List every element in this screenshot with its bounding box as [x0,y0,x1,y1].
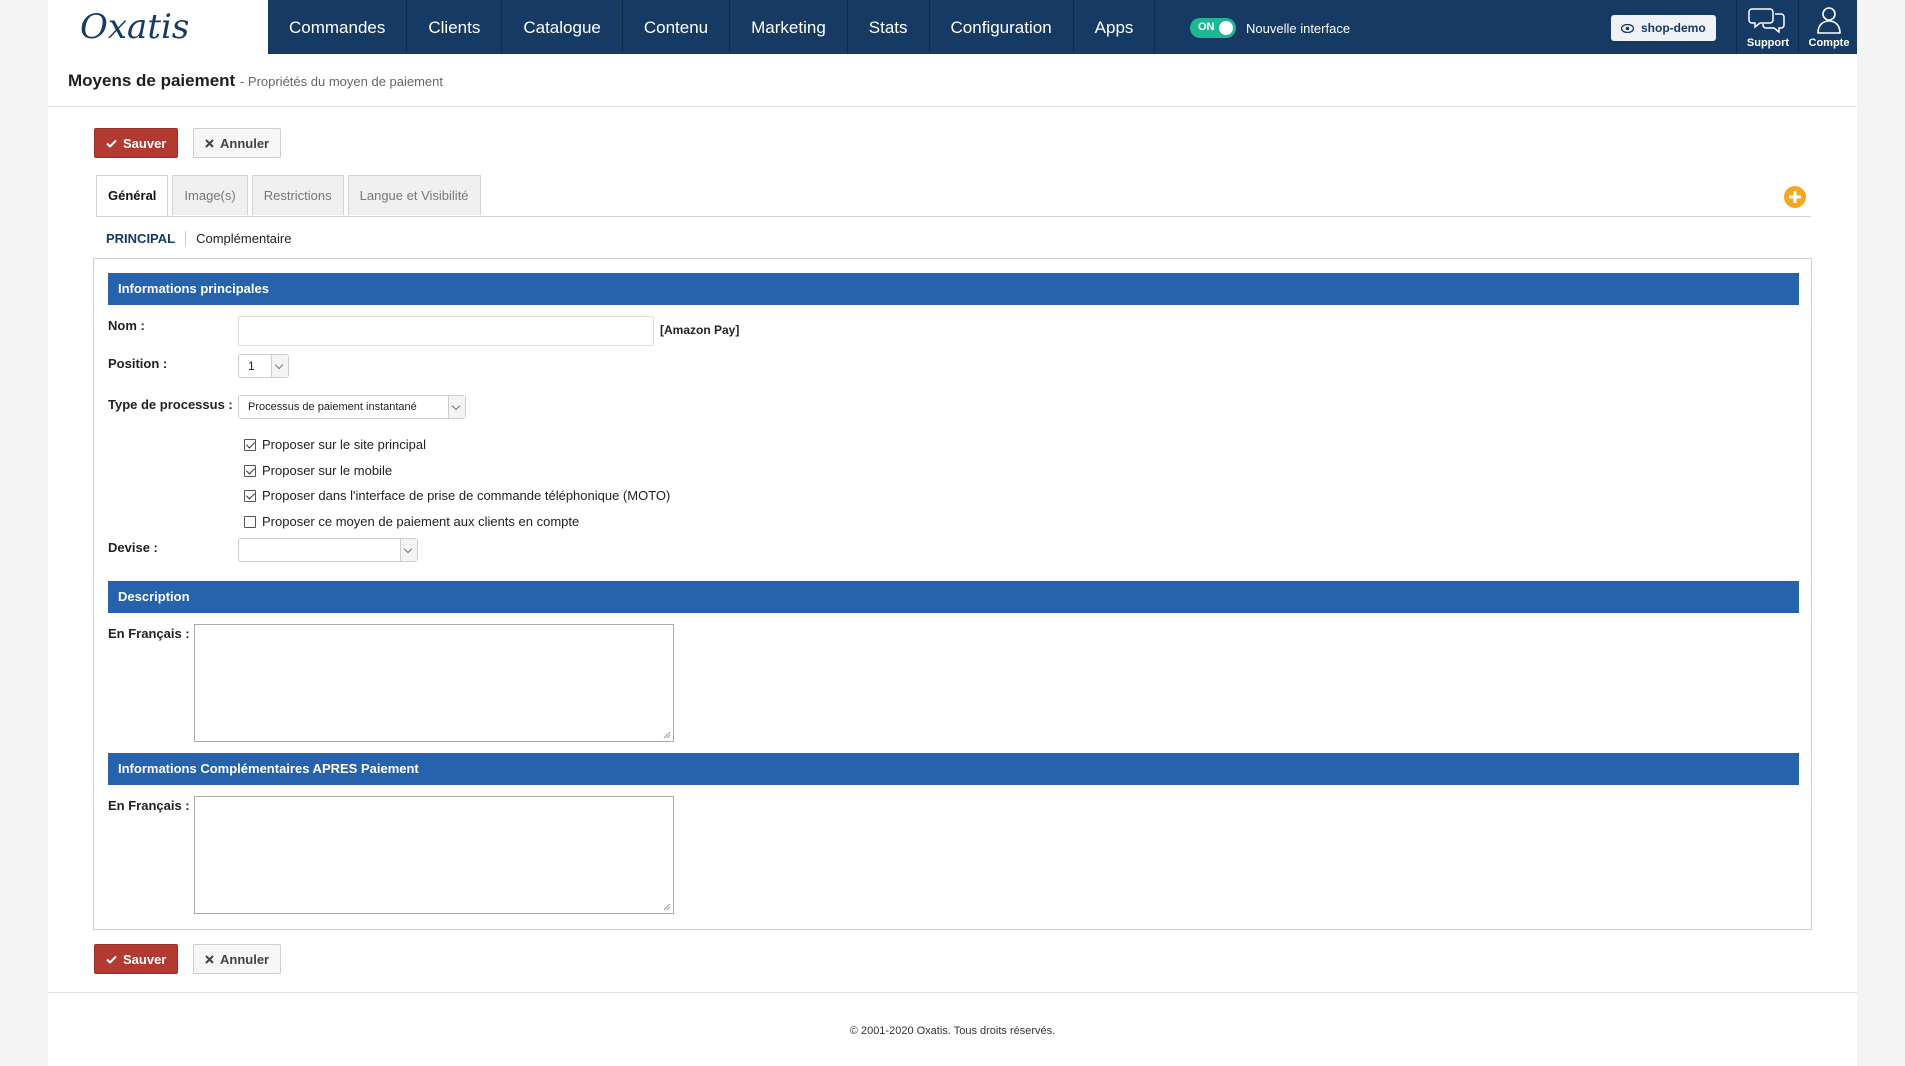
checkbox-main-site[interactable]: Proposer sur le site principal [244,437,426,452]
cancel-button-top[interactable]: Annuler [193,128,282,158]
process-type-select[interactable]: Processus de paiement instantané [238,395,466,419]
oxatis-logo-icon: Oxatis [80,7,189,47]
shop-preview-label: shop-demo [1641,21,1706,35]
resize-grip-icon[interactable] [663,731,671,739]
top-nav-bar: Oxatis Commandes Clients Catalogue Conte… [48,0,1857,54]
checkbox-moto[interactable]: Proposer dans l'interface de prise de co… [244,488,670,503]
chevron-down-icon [400,539,417,561]
page-title-text: Moyens de paiement [68,71,236,90]
toggle-label: Nouvelle interface [1246,20,1351,36]
currency-label: Devise : [108,540,158,555]
tab-language-visibility[interactable]: Langue et Visibilité [347,175,481,215]
section-header-main-info: Informations principales [108,273,1799,305]
nav-item-apps[interactable]: Apps [1074,0,1156,54]
checkbox-unchecked[interactable] [244,515,256,528]
position-label: Position : [108,356,168,371]
cancel-label: Annuler [220,135,270,151]
checkbox-checked[interactable] [244,438,256,451]
svg-text:Oxatis: Oxatis [80,7,189,47]
save-button-bottom[interactable]: Sauver [94,944,179,974]
close-icon [205,138,214,148]
tab-images[interactable]: Image(s) [172,175,248,215]
name-label: Nom : [108,318,145,333]
tab-restrictions[interactable]: Restrictions [251,175,344,215]
page-title: Moyens de paiement - Propriétés du moyen… [68,71,443,91]
save-button-top[interactable]: Sauver [94,128,179,158]
position-select[interactable]: 1 [238,354,289,378]
page: Oxatis Commandes Clients Catalogue Conte… [48,0,1857,1066]
support-label: Support [1746,37,1790,49]
close-icon [205,954,214,964]
footer-copyright: © 2001-2020 Oxatis. Tous droits réservés… [849,1025,1056,1037]
check-icon [106,139,117,148]
cancel-label: Annuler [220,951,270,967]
save-label: Sauver [123,951,167,967]
checkbox-label: Proposer sur le site principal [262,437,427,452]
position-value: 1 [248,359,255,373]
toggle-state: ON [1198,21,1215,33]
save-label: Sauver [123,135,167,151]
chevron-down-icon [271,355,288,377]
process-type-value: Processus de paiement instantané [248,401,417,413]
chat-bubbles-icon [1748,8,1785,34]
description-fr-textarea[interactable] [194,624,674,742]
section-header-after-payment: Informations Complémentaires APRES Paiem… [108,753,1799,785]
nav-divider [1736,0,1737,54]
toggle-switch[interactable]: ON [1190,18,1236,38]
new-interface-toggle[interactable]: ON Nouvelle interface [1190,18,1350,38]
support-button[interactable]: Support [1738,0,1798,54]
section-header-description: Description [108,581,1799,613]
nav-item-configuration[interactable]: Configuration [930,0,1074,54]
cancel-button-bottom[interactable]: Annuler [193,944,282,974]
main-nav: Commandes Clients Catalogue Contenu Mark… [268,0,1156,54]
account-button[interactable]: Compte [1799,0,1859,54]
checkbox-account-clients[interactable]: Proposer ce moyen de paiement aux client… [244,514,579,529]
user-icon [1817,7,1841,34]
subtab-complementaire[interactable]: Complémentaire [186,231,301,246]
tab-general[interactable]: Général [96,175,169,217]
checkbox-checked[interactable] [244,464,256,477]
nav-item-marketing[interactable]: Marketing [730,0,848,54]
subtab-bar: Principal Complémentaire [96,226,301,250]
footer-divider [48,992,1857,993]
checkbox-label: Proposer ce moyen de paiement aux client… [262,514,580,529]
account-label: Compte [1808,37,1850,49]
checkbox-label: Proposer sur le mobile [262,463,393,478]
check-icon [106,955,117,964]
after-payment-fr-label: En Français : [108,798,190,813]
eye-icon [1621,23,1634,33]
nav-item-commandes[interactable]: Commandes [268,0,408,54]
nav-item-catalogue[interactable]: Catalogue [502,0,623,54]
nav-item-contenu[interactable]: Contenu [623,0,731,54]
nav-item-clients[interactable]: Clients [407,0,503,54]
chevron-down-icon [448,396,465,418]
checkbox-label: Proposer dans l'interface de prise de co… [262,488,671,503]
name-hint: [Amazon Pay] [660,323,740,337]
currency-select[interactable] [238,538,418,562]
name-input[interactable] [238,316,654,346]
subtab-principal[interactable]: Principal [96,230,187,246]
nav-item-stats[interactable]: Stats [848,0,930,54]
description-fr-label: En Français : [108,626,190,641]
resize-grip-icon[interactable] [663,903,671,911]
shop-preview-button[interactable]: shop-demo [1611,15,1716,41]
page-header: Moyens de paiement - Propriétés du moyen… [48,54,1857,107]
logo[interactable]: Oxatis [48,0,268,54]
add-circle-icon[interactable] [1783,185,1807,209]
page-subtitle: - Propriétés du moyen de paiement [239,74,444,89]
tabs-divider [96,216,1811,217]
toggle-knob [1219,21,1233,35]
process-type-label: Type de processus : [108,397,233,412]
tab-bar: Général Image(s) Restrictions Langue et … [96,175,485,217]
checkbox-checked[interactable] [244,489,256,502]
after-payment-fr-textarea[interactable] [194,796,674,914]
checkbox-mobile[interactable]: Proposer sur le mobile [244,463,392,478]
